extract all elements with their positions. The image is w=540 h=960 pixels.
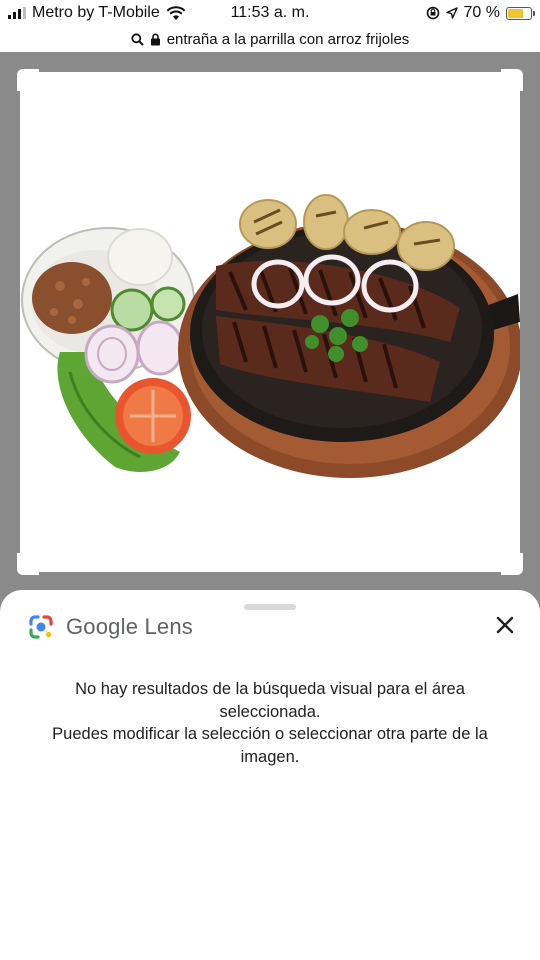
lens-header: Google Lens bbox=[28, 614, 193, 640]
screen-lock-icon bbox=[426, 6, 439, 20]
lens-results-sheet: Google Lens No hay resultados de la búsq… bbox=[0, 590, 540, 960]
image-viewer bbox=[0, 52, 540, 612]
search-icon bbox=[131, 32, 144, 46]
crop-handle-top-right[interactable] bbox=[501, 69, 523, 91]
status-right: 70 % bbox=[426, 4, 535, 22]
no-results-line: No hay resultados de la búsqueda visual … bbox=[75, 680, 465, 721]
food-illustration bbox=[21, 194, 522, 478]
modify-selection-line: Puedes modificar la selección o seleccio… bbox=[52, 725, 488, 766]
crop-handle-bottom-right[interactable] bbox=[501, 553, 523, 575]
sheet-drag-handle[interactable] bbox=[244, 604, 296, 610]
crop-handle-top-left[interactable] bbox=[17, 69, 39, 91]
status-bar: Metro by T-Mobile 11:53 a. m. 70 % bbox=[0, 0, 540, 26]
close-button[interactable] bbox=[492, 612, 518, 638]
lock-icon bbox=[150, 33, 160, 45]
google-lens-brand: Google Lens bbox=[66, 614, 193, 639]
crop-handle-bottom-left[interactable] bbox=[17, 553, 39, 575]
google-lens-icon bbox=[29, 615, 53, 639]
battery-percent: 70 % bbox=[463, 4, 500, 21]
no-results-message: No hay resultados de la búsqueda visual … bbox=[30, 678, 510, 768]
battery-icon bbox=[506, 6, 535, 20]
location-arrow-icon bbox=[445, 7, 458, 19]
url-bar[interactable]: entraña a la parrilla con arroz frijoles bbox=[0, 26, 540, 52]
close-icon bbox=[496, 616, 514, 634]
food-photo[interactable] bbox=[20, 72, 522, 572]
search-query-text: entraña a la parrilla con arroz frijoles bbox=[166, 30, 410, 48]
